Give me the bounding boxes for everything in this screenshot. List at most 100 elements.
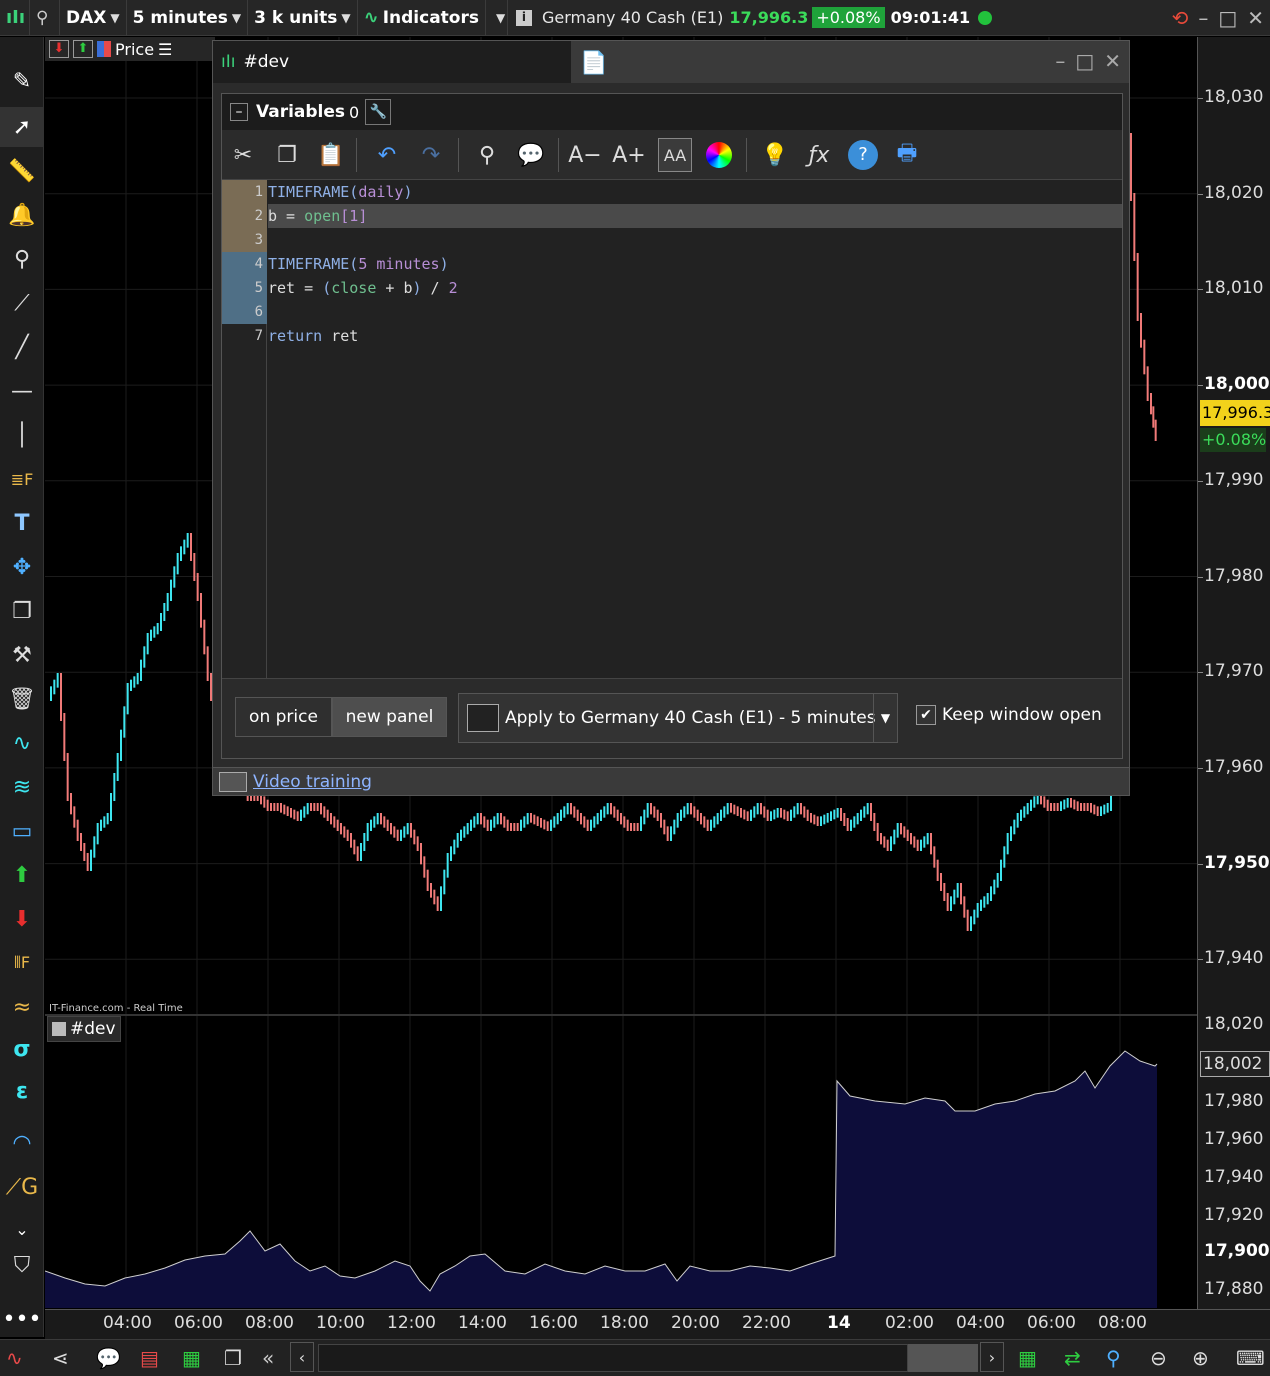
code-line[interactable]: ret = (close + b) / 2 — [268, 276, 1122, 300]
video-training-link[interactable]: Video training — [253, 772, 372, 792]
dialog-tab[interactable]: ıIı #dev — [213, 41, 571, 83]
horizontal-scrollbar[interactable] — [318, 1344, 908, 1372]
color-wheel-icon[interactable] — [702, 138, 736, 172]
epsilon-icon[interactable]: ε — [0, 1071, 44, 1111]
windows-icon[interactable]: ❐ — [224, 1346, 242, 1370]
trash-icon[interactable]: 🗑 — [0, 679, 44, 719]
wrench-icon[interactable]: 🔧 — [365, 99, 392, 125]
time-axis[interactable]: 04:00 06:00 08:00 10:00 12:00 14:00 16:00 18:00… — [45, 1309, 1270, 1339]
on-price-button[interactable]: on price — [235, 697, 332, 737]
channel-icon[interactable]: ≋ — [0, 767, 44, 807]
link-icon[interactable]: ⚲ — [30, 0, 60, 36]
arrow-down-icon[interactable]: ⬇ — [0, 899, 44, 939]
help-icon[interactable]: ? — [846, 138, 880, 172]
code-line[interactable]: return ret — [268, 324, 1122, 348]
cut-icon[interactable]: ✂ — [226, 138, 260, 172]
new-panel-button[interactable]: new panel — [332, 697, 447, 737]
expand-more-icon[interactable]: ⌄ — [0, 1209, 44, 1249]
calendar-icon[interactable]: ▦ — [1018, 1346, 1037, 1370]
collapse-icon[interactable]: – — [230, 103, 248, 121]
scroll-right-icon[interactable]: › — [980, 1342, 1004, 1372]
chevron-down-icon[interactable]: ▼ — [873, 694, 897, 742]
more-icon[interactable]: ••• — [0, 1299, 44, 1339]
copy-icon[interactable]: ❐ — [270, 138, 304, 172]
move-icon[interactable]: ✥ — [0, 547, 44, 587]
screener-icon[interactable]: ⛉ — [0, 1245, 44, 1285]
dialog-titlebar[interactable]: ıIı #dev 📄 – □ ✕ — [213, 41, 1129, 83]
function-icon[interactable]: ƒx — [802, 138, 836, 172]
orders-icon[interactable]: ▤ — [140, 1346, 159, 1370]
keyboard-icon[interactable]: ⌨ — [1236, 1346, 1265, 1370]
autoscale-icon[interactable]: ⇄ — [1064, 1346, 1081, 1370]
app-logo-icon[interactable]: ıIı — [0, 0, 30, 36]
indicator-panel-tag[interactable]: #dev — [47, 1016, 121, 1042]
close-icon[interactable]: ✕ — [1104, 49, 1121, 73]
fibonacci-icon[interactable]: ≣F — [0, 459, 44, 499]
scroll-start-icon[interactable]: « — [262, 1346, 274, 1370]
maximize-icon[interactable]: □ — [1075, 49, 1094, 73]
text-tool-icon[interactable]: T — [0, 503, 44, 543]
fan-icon[interactable]: ◠ — [0, 1123, 44, 1163]
lightbulb-icon[interactable]: 💡 — [758, 138, 792, 172]
indicators-button[interactable]: ∿ Indicators — [358, 0, 486, 36]
zoom-fit-icon[interactable]: ⚲ — [1106, 1346, 1121, 1370]
apply-button[interactable]: Apply to Germany 40 Cash (E1) - 5 minute… — [458, 693, 898, 743]
help-doc-icon[interactable]: 📄 — [573, 45, 615, 81]
zoom-in-icon[interactable]: ⊕ — [1192, 1346, 1209, 1370]
sigma-icon[interactable]: σ — [0, 1029, 44, 1069]
vertical-line-icon[interactable]: │ — [0, 415, 44, 455]
list-icon[interactable]: ☰ — [158, 40, 172, 59]
maximize-icon[interactable]: □ — [1218, 6, 1237, 30]
fibonacci-time-icon[interactable]: ⦀F — [0, 943, 44, 983]
keep-window-open-checkbox[interactable]: ✔ Keep window open — [916, 705, 1102, 725]
print-icon[interactable]: 🖶 — [890, 138, 924, 172]
zoom-icon[interactable]: ⚲ — [0, 239, 44, 279]
cursor-icon[interactable]: ➚ — [0, 107, 44, 147]
sync-icon[interactable]: ⟲ — [1172, 6, 1189, 30]
scroll-left-icon[interactable]: ‹ — [290, 1342, 314, 1372]
gann-icon[interactable]: ⟋G — [0, 1167, 44, 1207]
price-axis[interactable]: 18,030 18,020 18,010 18,000 17,990 17,980 17,9… — [1197, 37, 1270, 1309]
scrollbar-thumb[interactable] — [908, 1344, 978, 1372]
ruler-icon[interactable]: 📏 — [0, 151, 44, 191]
segment-icon[interactable]: ⟋ — [0, 283, 44, 323]
minimize-icon[interactable]: – — [1055, 49, 1065, 73]
indicator-line-icon[interactable]: ∿ — [0, 723, 44, 763]
info-icon[interactable]: i — [515, 9, 532, 26]
font-case-icon[interactable]: AA — [658, 138, 692, 172]
font-decrease-icon[interactable]: A− — [568, 138, 602, 172]
zoom-out-icon[interactable]: ⊖ — [1150, 1346, 1167, 1370]
buy-icon[interactable]: ⬆ — [73, 40, 93, 58]
symbol-selector[interactable]: DAX ▼ — [60, 0, 127, 36]
copy-icon[interactable]: ❐ — [0, 591, 44, 631]
units-selector[interactable]: 3 k units ▼ — [248, 0, 358, 36]
indicator-panel[interactable] — [44, 1016, 1197, 1308]
code-editor[interactable]: 1 2 3 4 5 6 7 TIMEFRAME(daily) b = open[… — [222, 180, 1122, 678]
trendline-icon[interactable]: ╱ — [0, 327, 44, 367]
search-icon[interactable]: ⚲ — [470, 138, 504, 172]
alert-bell-icon[interactable]: 🔔 — [0, 195, 44, 235]
indicators-dropdown[interactable]: ▼ — [486, 0, 508, 36]
price-label[interactable]: Price — [115, 40, 154, 59]
code-line[interactable]: TIMEFRAME(daily) — [268, 180, 1122, 204]
timeframe-selector[interactable]: 5 minutes ▼ — [127, 0, 249, 36]
sell-icon[interactable]: ⬇ — [49, 40, 69, 58]
paste-icon[interactable]: 📋 — [314, 138, 348, 172]
horizontal-line-icon[interactable]: — — [0, 371, 44, 411]
redo-icon[interactable]: ↷ — [414, 138, 448, 172]
close-icon[interactable]: ✕ — [1247, 6, 1264, 30]
font-increase-icon[interactable]: A+ — [612, 138, 646, 172]
code-line[interactable] — [268, 228, 1122, 252]
rectangle-icon[interactable]: ▭ — [0, 811, 44, 851]
chat-icon[interactable]: 💬 — [96, 1346, 121, 1370]
arrow-up-icon[interactable]: ⬆ — [0, 855, 44, 895]
tools-icon[interactable]: ⚒ — [0, 635, 44, 675]
wave-icon[interactable]: ≈ — [0, 987, 44, 1027]
chart-type-icon[interactable]: ∿ — [6, 1346, 23, 1370]
comment-icon[interactable]: 💬 — [514, 138, 548, 172]
share-icon[interactable]: ⋖ — [52, 1346, 69, 1370]
code-line[interactable]: b = open[1] — [268, 204, 1122, 228]
minimize-icon[interactable]: – — [1198, 6, 1208, 30]
checkbox-checked-icon[interactable]: ✔ — [916, 705, 936, 725]
positions-icon[interactable]: ▦ — [182, 1346, 201, 1370]
